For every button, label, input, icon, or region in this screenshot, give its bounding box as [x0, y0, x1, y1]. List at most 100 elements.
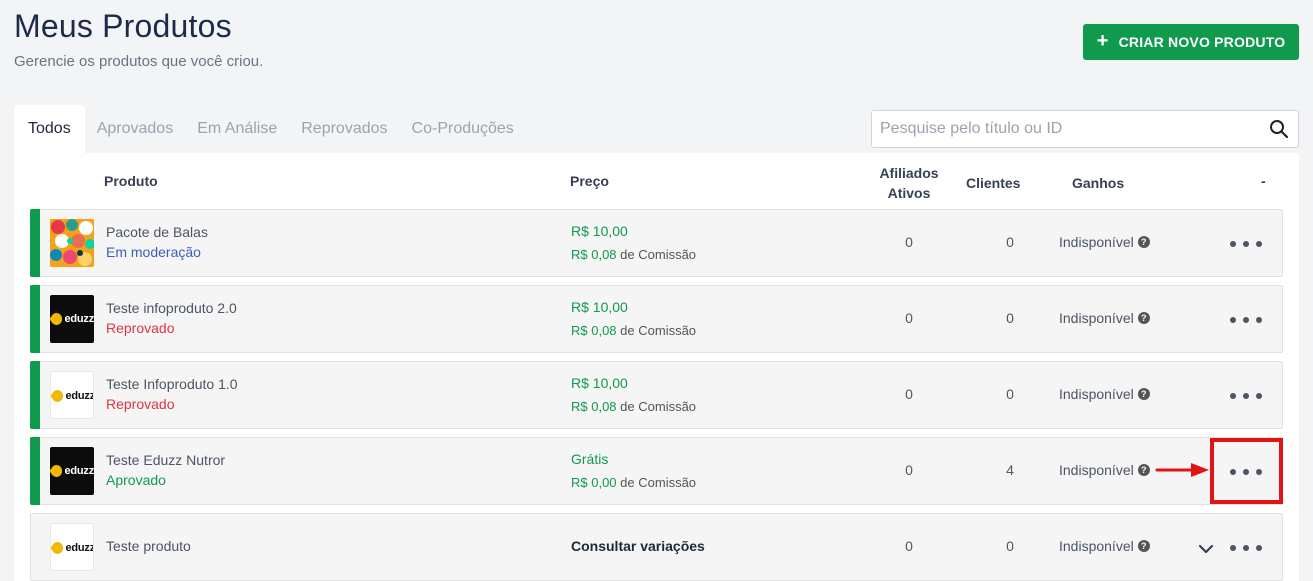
product-thumbnail: eduzz: [50, 447, 94, 495]
commission-label: de Comissão: [620, 247, 697, 262]
create-product-label: CRIAR NOVO PRODUTO: [1118, 34, 1286, 50]
clients-count: 0: [1006, 310, 1014, 326]
product-status: Reprovado: [106, 320, 175, 336]
affiliates-count: 0: [905, 386, 913, 402]
product-status: Em moderação: [106, 244, 201, 260]
commission-value: R$ 0,08: [571, 247, 617, 262]
eduzz-logo: eduzz: [51, 541, 94, 555]
earnings: Indisponível?: [1059, 234, 1150, 250]
chevron-down-icon[interactable]: [1197, 542, 1215, 556]
column-header-afiliados-line2: Ativos: [887, 185, 931, 201]
product-commission: R$ 0,08 de Comissão: [571, 323, 696, 338]
eduzz-logo-text: eduzz: [65, 390, 94, 402]
eduzz-logo-text: eduzz: [64, 465, 94, 477]
row-status-stripe: [30, 361, 40, 429]
tab-em-analise[interactable]: Em Análise: [185, 105, 289, 153]
product-price: R$ 10,00: [571, 299, 628, 315]
clients-count: 0: [1006, 386, 1014, 402]
annotation-highlight-box: [1210, 438, 1283, 504]
search-input[interactable]: [872, 111, 1260, 147]
affiliates-count: 0: [905, 234, 913, 250]
commission-value: R$ 0,00: [571, 475, 617, 490]
earnings-value: Indisponível: [1059, 462, 1134, 478]
table-row[interactable]: eduzz Teste infoproduto 2.0 Reprovado R$…: [30, 285, 1283, 353]
table-row[interactable]: Pacote de Balas Em moderação R$ 10,00 R$…: [30, 209, 1283, 277]
page-subtitle: Gerencie os produtos que você criou.: [14, 53, 264, 70]
column-header-ganhos: Ganhos: [1072, 175, 1125, 191]
product-name[interactable]: Teste Infoproduto 1.0: [106, 376, 238, 392]
commission-label: de Comissão: [620, 399, 697, 414]
create-product-button[interactable]: + CRIAR NOVO PRODUTO: [1083, 24, 1299, 60]
search-icon[interactable]: [1260, 110, 1298, 148]
commission-label: de Comissão: [620, 323, 697, 338]
column-header-afiliados: Afiliados Ativos: [869, 163, 949, 203]
eduzz-logo: eduzz: [50, 312, 94, 326]
search-box: [871, 110, 1299, 148]
tab-todos[interactable]: Todos: [14, 105, 85, 153]
column-header-afiliados-line1: Afiliados: [879, 165, 939, 181]
question-circle-icon[interactable]: ?: [1137, 464, 1150, 476]
product-thumbnail: [50, 219, 94, 267]
row-status-stripe: [30, 209, 40, 277]
affiliates-count: 0: [905, 538, 913, 554]
tab-aprovados[interactable]: Aprovados: [85, 105, 186, 153]
clients-count: 0: [1006, 538, 1014, 554]
more-dots-icon[interactable]: [1230, 236, 1262, 252]
products-table: Produto Preço Afiliados Ativos Clientes …: [14, 153, 1299, 581]
column-header-produto: Produto: [104, 173, 158, 189]
earnings-value: Indisponível: [1059, 538, 1134, 554]
earnings-value: Indisponível: [1059, 234, 1134, 250]
product-status: Reprovado: [106, 396, 175, 412]
more-dots-icon[interactable]: [1230, 312, 1262, 328]
eduzz-logo-text: eduzz: [64, 313, 94, 325]
table-row[interactable]: eduzz Teste Infoproduto 1.0 Reprovado R$…: [30, 361, 1283, 429]
more-dots-icon[interactable]: [1230, 388, 1262, 404]
consult-variations[interactable]: Consultar variações: [571, 538, 705, 554]
product-name[interactable]: Teste produto: [106, 538, 191, 554]
product-thumbnail: eduzz: [50, 295, 94, 343]
product-tabs: Todos Aprovados Em Análise Reprovados Co…: [14, 105, 526, 153]
clients-count: 0: [1006, 234, 1014, 250]
tab-reprovados[interactable]: Reprovados: [289, 105, 399, 153]
eduzz-logo-text: eduzz: [65, 542, 94, 554]
affiliates-count: 0: [905, 462, 913, 478]
product-name[interactable]: Teste Eduzz Nutror: [106, 452, 225, 468]
affiliates-count: 0: [905, 310, 913, 326]
table-row[interactable]: eduzz Teste produto Consultar variações …: [30, 513, 1283, 581]
product-thumbnail: eduzz: [50, 523, 94, 571]
product-price: Grátis: [571, 451, 609, 467]
column-header-clientes: Clientes: [966, 175, 1021, 191]
eduzz-logo: eduzz: [51, 389, 94, 403]
product-price: R$ 10,00: [571, 375, 628, 391]
commission-label: de Comissão: [620, 475, 697, 490]
tab-co-producoes[interactable]: Co-Produções: [400, 105, 526, 153]
product-status: Aprovado: [106, 472, 166, 488]
row-status-stripe: [30, 437, 40, 505]
product-name[interactable]: Pacote de Balas: [106, 224, 208, 240]
product-commission: R$ 0,08 de Comissão: [571, 399, 696, 414]
commission-value: R$ 0,08: [571, 399, 617, 414]
earnings: Indisponível?: [1059, 386, 1150, 402]
earnings: Indisponível?: [1059, 462, 1150, 478]
row-status-stripe: [30, 285, 40, 353]
table-row[interactable]: eduzz Teste Eduzz Nutror Aprovado Grátis…: [30, 437, 1283, 505]
question-circle-icon[interactable]: ?: [1137, 540, 1150, 552]
plus-icon: +: [1096, 30, 1109, 52]
eduzz-logo: eduzz: [50, 464, 94, 478]
clients-count: 4: [1006, 462, 1014, 478]
earnings-value: Indisponível: [1059, 386, 1134, 402]
column-header-preco: Preço: [570, 173, 609, 189]
product-price: R$ 10,00: [571, 223, 628, 239]
question-circle-icon[interactable]: ?: [1137, 388, 1150, 400]
more-dots-icon[interactable]: [1230, 540, 1262, 556]
question-circle-icon[interactable]: ?: [1137, 236, 1150, 248]
question-circle-icon[interactable]: ?: [1137, 312, 1150, 324]
commission-value: R$ 0,08: [571, 323, 617, 338]
earnings: Indisponível?: [1059, 310, 1150, 326]
page-title: Meus Produtos: [14, 8, 232, 44]
red-arrow-icon: [1155, 463, 1209, 477]
product-commission: R$ 0,00 de Comissão: [571, 475, 696, 490]
earnings-value: Indisponível: [1059, 310, 1134, 326]
product-name[interactable]: Teste infoproduto 2.0: [106, 300, 237, 316]
earnings: Indisponível?: [1059, 538, 1150, 554]
